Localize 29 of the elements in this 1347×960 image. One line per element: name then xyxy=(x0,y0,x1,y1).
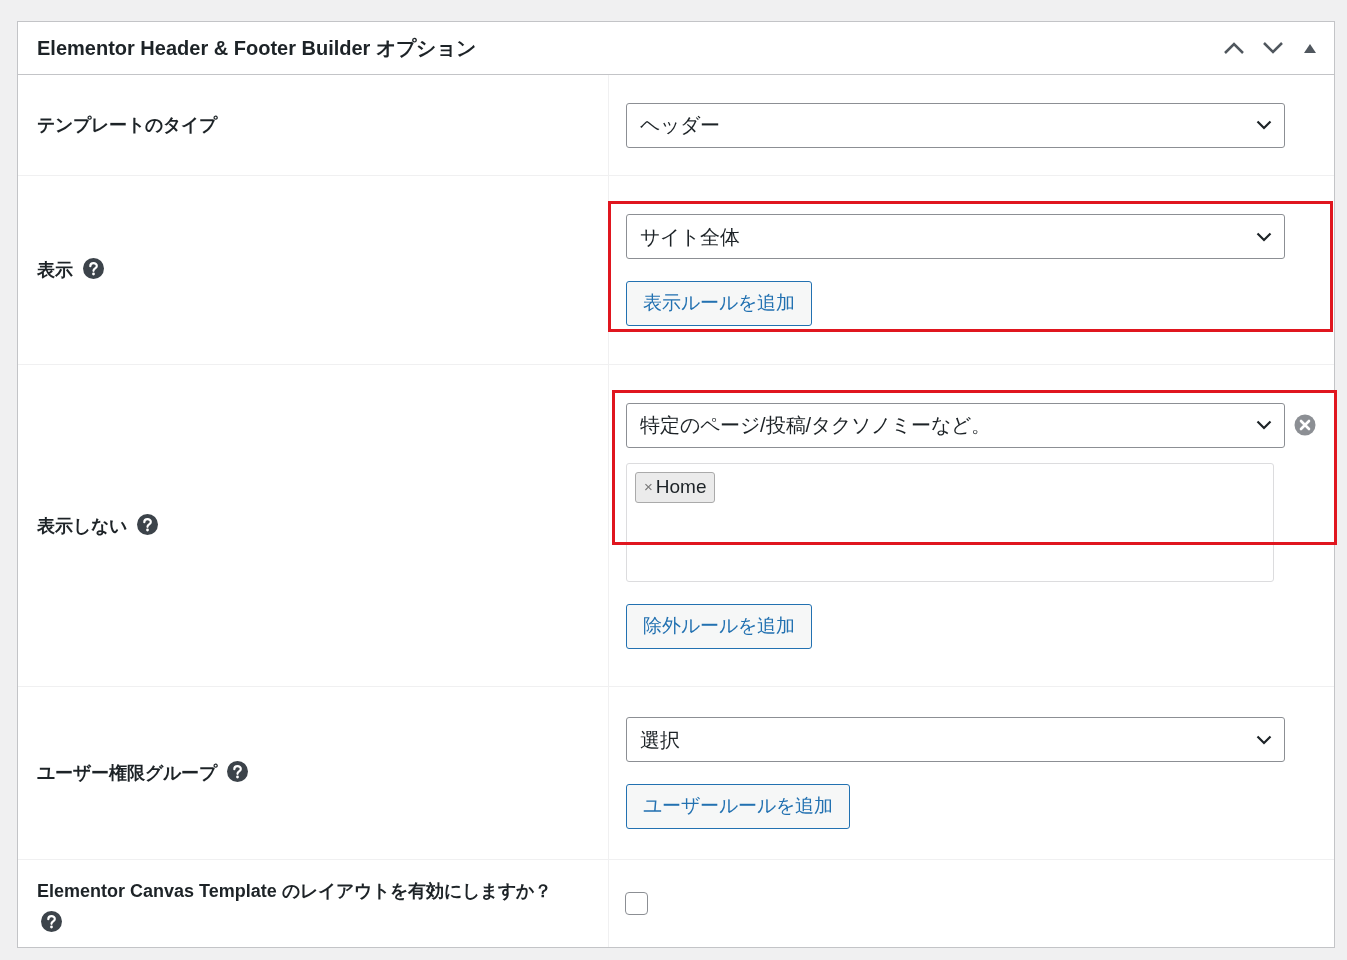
add-rule-button[interactable]: 表示ルールを追加 xyxy=(626,281,812,326)
tag-remove-button[interactable]: × xyxy=(644,475,653,499)
field-label: 表示しない xyxy=(37,515,127,536)
field-label: ユーザー権限グループ xyxy=(37,763,217,783)
triangle-up-icon xyxy=(1304,43,1316,53)
add-rule-button[interactable]: ユーザールールを追加 xyxy=(626,784,850,829)
help-icon[interactable] xyxy=(227,761,248,782)
dropdown-select[interactable]: 特定のページ/投稿/タクソノミーなど。 xyxy=(626,402,1285,448)
selected-tag: ×Home xyxy=(635,471,716,503)
help-icon[interactable] xyxy=(137,513,158,535)
tag-input-field[interactable]: ×Home xyxy=(626,462,1274,582)
checkbox[interactable] xyxy=(625,892,648,915)
dropdown-select[interactable]: サイト全体 xyxy=(626,214,1285,259)
field-label: テンプレートのタイプ xyxy=(37,115,217,135)
chevron-down-icon xyxy=(1256,231,1272,242)
panel-title: Elementor Header & Footer Builder オプション xyxy=(37,36,477,61)
dropdown-select[interactable]: 選択 xyxy=(626,717,1285,762)
remove-icon[interactable] xyxy=(1294,414,1316,436)
chevron-up-icon xyxy=(1223,41,1245,55)
chevron-down-icon xyxy=(1256,734,1272,745)
help-icon[interactable] xyxy=(83,258,104,279)
field-label: 表示 xyxy=(37,260,73,280)
add-rule-button[interactable]: 除外ルールを追加 xyxy=(626,603,812,649)
dropdown-select[interactable]: ヘッダー xyxy=(626,102,1285,148)
help-icon[interactable] xyxy=(41,911,62,932)
chevron-down-icon xyxy=(1262,41,1284,55)
chevron-down-icon xyxy=(1256,420,1272,430)
field-label: Elementor Canvas Template のレイアウトを有効にしますか？ xyxy=(37,881,552,901)
chevron-down-icon xyxy=(1256,120,1272,130)
